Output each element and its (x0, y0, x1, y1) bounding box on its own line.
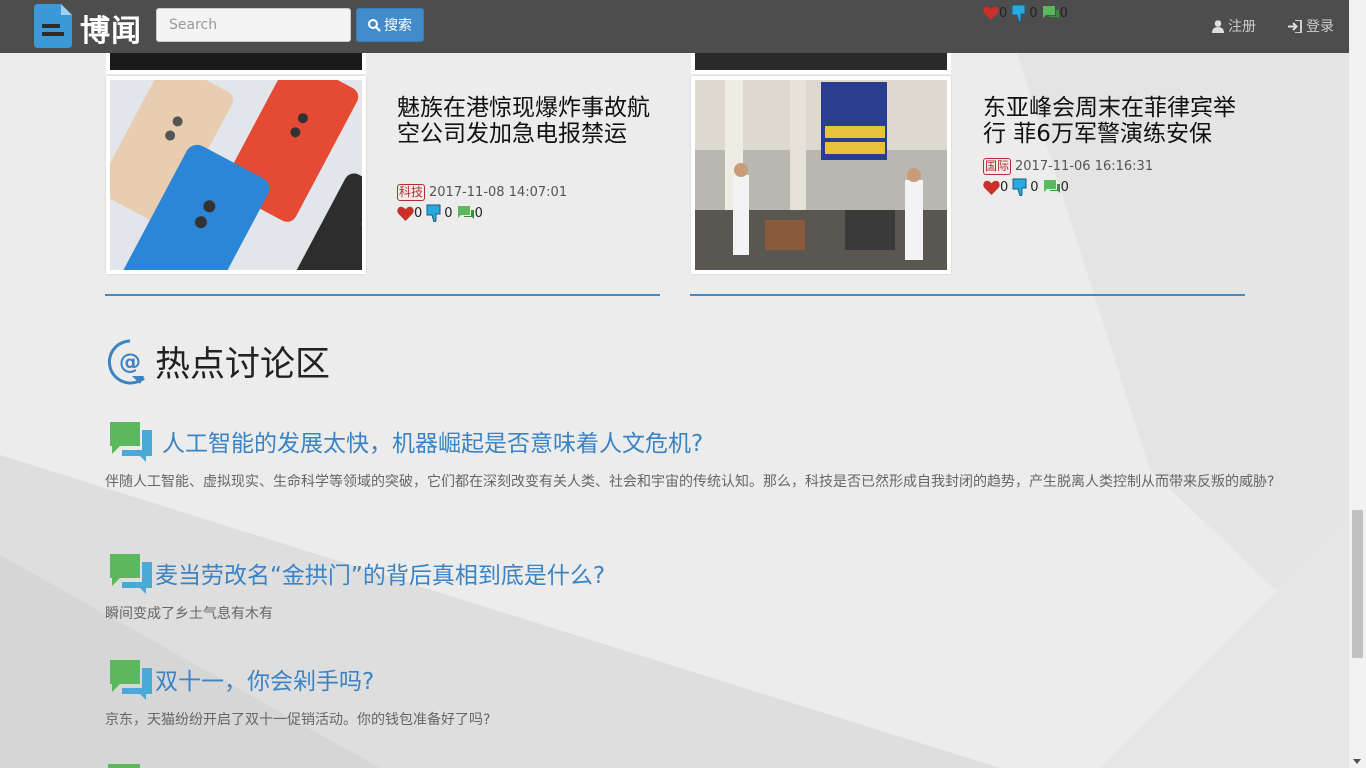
like-stat[interactable]: 0 (397, 206, 422, 221)
comment-icon (1043, 180, 1060, 193)
category-tag[interactable]: 国际 (983, 158, 1012, 175)
thumbs-down-icon (1011, 4, 1026, 22)
discussion-icon (110, 660, 152, 700)
dislike-stat[interactable]: 0 (1012, 178, 1039, 196)
news-title[interactable]: 东亚峰会周末在菲律宾举行 菲6万军警演练安保 (983, 95, 1248, 147)
section-title: 热点讨论区 (155, 345, 331, 385)
category-tag[interactable]: 科技 (397, 184, 426, 201)
like-stat[interactable]: 0 (983, 180, 1008, 195)
news-meta: 科技 2017-11-08 14:07:01 (397, 184, 567, 201)
dislike-count: 0 (444, 205, 453, 221)
discussion-icon (110, 422, 152, 462)
dislike-count: 0 (1029, 5, 1038, 21)
news-stats: 0 0 0 (983, 178, 1073, 196)
thumbs-down-icon (1012, 178, 1027, 196)
news-thumbnail[interactable] (691, 76, 951, 274)
airport-image (695, 80, 947, 270)
document-logo-icon[interactable] (34, 4, 74, 48)
at-sign-icon: @ (107, 339, 145, 385)
discussion-icon-partial (108, 764, 140, 768)
news-date: 2017-11-06 16:16:31 (1015, 159, 1154, 174)
news-stats: 0 0 0 (397, 204, 487, 222)
comment-stat[interactable]: 0 (1042, 5, 1068, 21)
topic-title[interactable]: 麦当劳改名“金拱门”的背后真相到底是什么? (155, 556, 605, 590)
topic-title[interactable]: 双十一，你会剁手吗? (155, 662, 374, 696)
brand-name[interactable]: 博闻 (80, 6, 142, 50)
like-stat[interactable]: 0 (983, 6, 1007, 21)
search-button-label: 搜索 (384, 18, 412, 34)
register-link[interactable]: 注册 (1212, 16, 1256, 36)
search-icon (368, 18, 381, 32)
login-icon (1288, 19, 1302, 33)
vertical-scrollbar[interactable] (1349, 0, 1366, 768)
comment-icon (457, 206, 474, 219)
card-divider (105, 294, 660, 296)
heart-icon (983, 180, 1000, 195)
comment-count: 0 (1060, 179, 1069, 195)
news-stats-partial: 0 0 0 (983, 4, 1072, 22)
dislike-stat[interactable]: 0 (1011, 4, 1038, 22)
thumbs-down-icon (426, 204, 441, 222)
like-count: 0 (999, 5, 1008, 21)
heart-icon (397, 206, 414, 221)
topic-title[interactable]: 人工智能的发展太快，机器崛起是否意味着人文危机? (162, 424, 703, 458)
phones-image (110, 80, 362, 270)
user-icon (1212, 19, 1224, 33)
scroll-down-arrow-icon[interactable] (1353, 759, 1361, 764)
news-thumbnail[interactable] (106, 76, 366, 274)
topic-description: 瞬间变成了乡土气息有木有 (105, 606, 273, 622)
card-divider (690, 294, 1245, 296)
topic-description: 伴随人工智能、虚拟现实、生命科学等领域的突破，它们都在深刻改变有关人类、社会和宇… (105, 474, 1275, 490)
heart-icon (983, 6, 999, 20)
comment-stat[interactable]: 0 (1043, 179, 1069, 195)
news-title[interactable]: 魅族在港惊现爆炸事故航空公司发加急电报禁运 (397, 95, 652, 147)
svg-text:@: @ (119, 350, 141, 375)
comment-icon (1042, 6, 1059, 19)
topic-description: 京东，天猫纷纷开启了双十一促销活动。你的钱包准备好了吗? (105, 712, 491, 728)
register-label: 注册 (1228, 19, 1256, 35)
news-meta: 国际 2017-11-06 16:16:31 (983, 158, 1153, 175)
like-count: 0 (414, 205, 423, 221)
scrollbar-thumb[interactable] (1352, 510, 1363, 658)
dislike-count: 0 (1030, 179, 1039, 195)
top-navbar: 博闻 搜索 注册 登录 (0, 0, 1349, 53)
comment-stat[interactable]: 0 (457, 205, 483, 221)
login-label: 登录 (1306, 19, 1334, 35)
discussion-icon (110, 554, 152, 594)
login-link[interactable]: 登录 (1288, 16, 1334, 36)
search-input[interactable] (156, 8, 351, 42)
search-button[interactable]: 搜索 (356, 8, 424, 42)
dislike-stat[interactable]: 0 (426, 204, 453, 222)
like-count: 0 (1000, 179, 1009, 195)
comment-count: 0 (474, 205, 483, 221)
comment-count: 0 (1059, 5, 1068, 21)
news-date: 2017-11-08 14:07:01 (429, 185, 568, 200)
